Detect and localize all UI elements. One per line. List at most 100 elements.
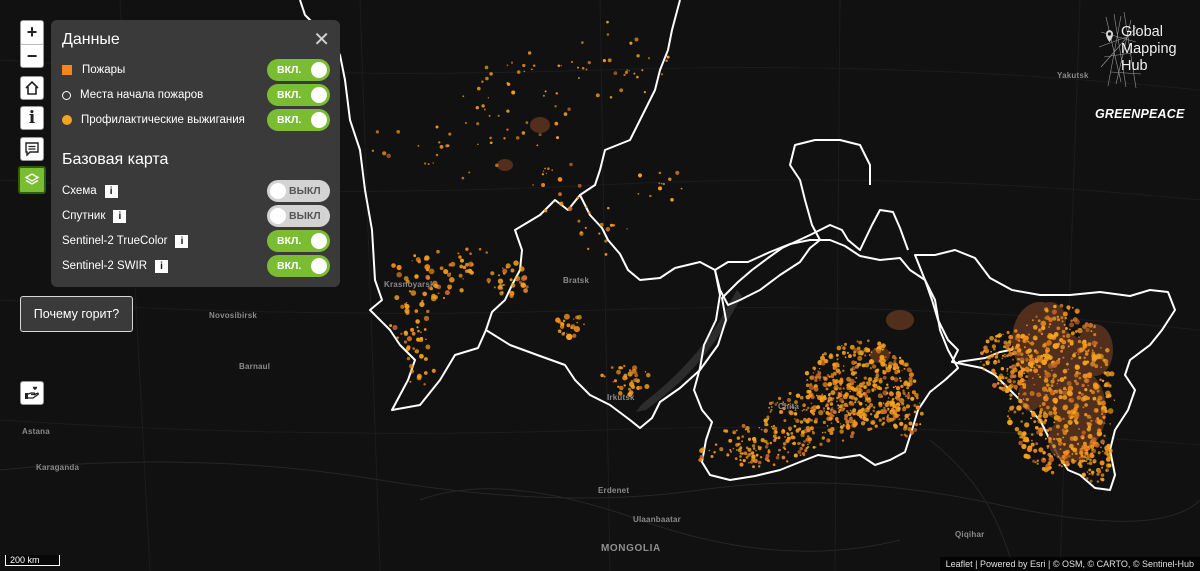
basemap-toggle-sentinel-swir[interactable]: ВКЛ. — [267, 255, 330, 277]
fire-point — [1084, 377, 1090, 384]
fire-point — [509, 290, 515, 296]
fire-point — [821, 393, 824, 396]
fire-point — [806, 435, 810, 438]
info-icon[interactable]: i — [175, 234, 189, 248]
basemap-toggle-sentinel-truecolor[interactable]: ВКЛ. — [267, 230, 330, 252]
fire-point — [626, 228, 628, 230]
fire-point — [1031, 319, 1034, 322]
fire-point — [826, 416, 831, 422]
fire-point — [1087, 342, 1092, 347]
fire-point — [982, 350, 985, 353]
info-button[interactable]: i — [20, 106, 44, 130]
fire-point — [919, 411, 924, 416]
fire-point — [577, 183, 582, 188]
fire-point — [1100, 346, 1102, 349]
fire-point — [1041, 402, 1046, 406]
fire-point — [1050, 384, 1054, 388]
fire-point — [997, 360, 1001, 363]
fire-point — [1048, 437, 1052, 441]
fire-point — [1038, 328, 1041, 332]
why-burning-button[interactable]: Почему горит? — [20, 296, 133, 332]
info-icon[interactable]: i — [104, 184, 118, 198]
fire-point — [1035, 315, 1038, 318]
fire-point — [1088, 472, 1091, 476]
fire-point — [827, 393, 831, 397]
fire-point — [1077, 462, 1082, 466]
fire-point — [1026, 446, 1033, 453]
basemap-toggle-scheme[interactable]: ВЫКЛ — [267, 180, 330, 202]
fire-point — [1088, 461, 1093, 466]
close-icon[interactable]: ✕ — [313, 27, 330, 52]
city-label: Chita — [778, 402, 799, 411]
fire-point — [1087, 384, 1089, 387]
fire-point — [1062, 368, 1068, 374]
fire-point — [836, 400, 838, 403]
fire-point — [510, 61, 514, 64]
fire-point — [782, 429, 786, 433]
fire-point — [1024, 366, 1030, 372]
fire-point — [795, 393, 801, 398]
fire-point — [800, 432, 805, 438]
fire-point — [662, 182, 665, 186]
layer-toggle-fires[interactable]: ВКЛ. — [267, 59, 330, 81]
fire-point — [894, 370, 899, 375]
fire-point — [409, 380, 412, 383]
fire-point — [563, 112, 568, 116]
fire-point — [783, 419, 787, 423]
fire-point — [557, 177, 563, 182]
layer-toggle-ignition[interactable]: ВКЛ. — [267, 84, 330, 106]
fire-point — [1046, 466, 1050, 471]
fire-point — [615, 380, 617, 383]
gmh-logo-text: Global Mapping Hub — [1121, 24, 1177, 74]
fire-point — [503, 137, 506, 140]
fire-point — [1046, 405, 1050, 410]
info-icon[interactable]: i — [113, 209, 127, 223]
fire-point — [741, 423, 746, 428]
fire-point — [462, 95, 465, 98]
fire-point — [557, 64, 561, 67]
basemap-label: Схема — [62, 185, 97, 197]
donate-button[interactable] — [20, 381, 44, 405]
attribution[interactable]: Leaflet | Powered by Esri | © OSM, © CAR… — [939, 557, 1200, 571]
fire-point — [839, 422, 842, 425]
layers-button[interactable] — [18, 166, 46, 194]
fire-point — [584, 226, 587, 229]
city-label: Qiqihar — [955, 530, 985, 539]
fire-point — [502, 268, 508, 274]
fire-point — [1087, 372, 1093, 377]
fire-point — [1062, 390, 1068, 396]
home-button[interactable] — [20, 76, 44, 100]
fire-point — [1052, 316, 1057, 321]
fire-point — [890, 392, 894, 396]
fire-point — [467, 268, 473, 274]
fire-point — [882, 369, 884, 372]
layer-toggle-prescribed-burns[interactable]: ВКЛ. — [267, 109, 330, 131]
fire-point — [1080, 396, 1086, 402]
fire-point — [413, 254, 417, 258]
fire-point — [835, 368, 841, 373]
fire-point — [865, 348, 871, 353]
fire-point — [1051, 309, 1057, 315]
fire-point — [1088, 468, 1092, 472]
info-icon[interactable]: i — [155, 259, 169, 273]
fire-point — [1029, 357, 1035, 363]
fire-point — [882, 402, 885, 404]
zoom-out-button[interactable]: − — [21, 45, 43, 68]
comment-button[interactable] — [20, 137, 44, 161]
fire-point — [1101, 450, 1104, 453]
zoom-in-button[interactable]: + — [21, 21, 43, 45]
fire-point — [545, 172, 548, 175]
fire-point — [1038, 447, 1044, 453]
fire-point — [872, 409, 875, 413]
fire-point — [1067, 385, 1074, 392]
basemap-toggle-satellite[interactable]: ВЫКЛ — [267, 205, 330, 227]
fire-point — [821, 398, 825, 402]
fire-point — [1063, 450, 1069, 456]
fire-point — [797, 441, 801, 446]
fire-point — [1087, 349, 1090, 351]
fire-point — [1051, 362, 1058, 368]
fire-point — [1075, 381, 1080, 386]
fire-point — [856, 394, 859, 396]
fire-point — [423, 383, 426, 386]
fire-point — [595, 93, 600, 98]
